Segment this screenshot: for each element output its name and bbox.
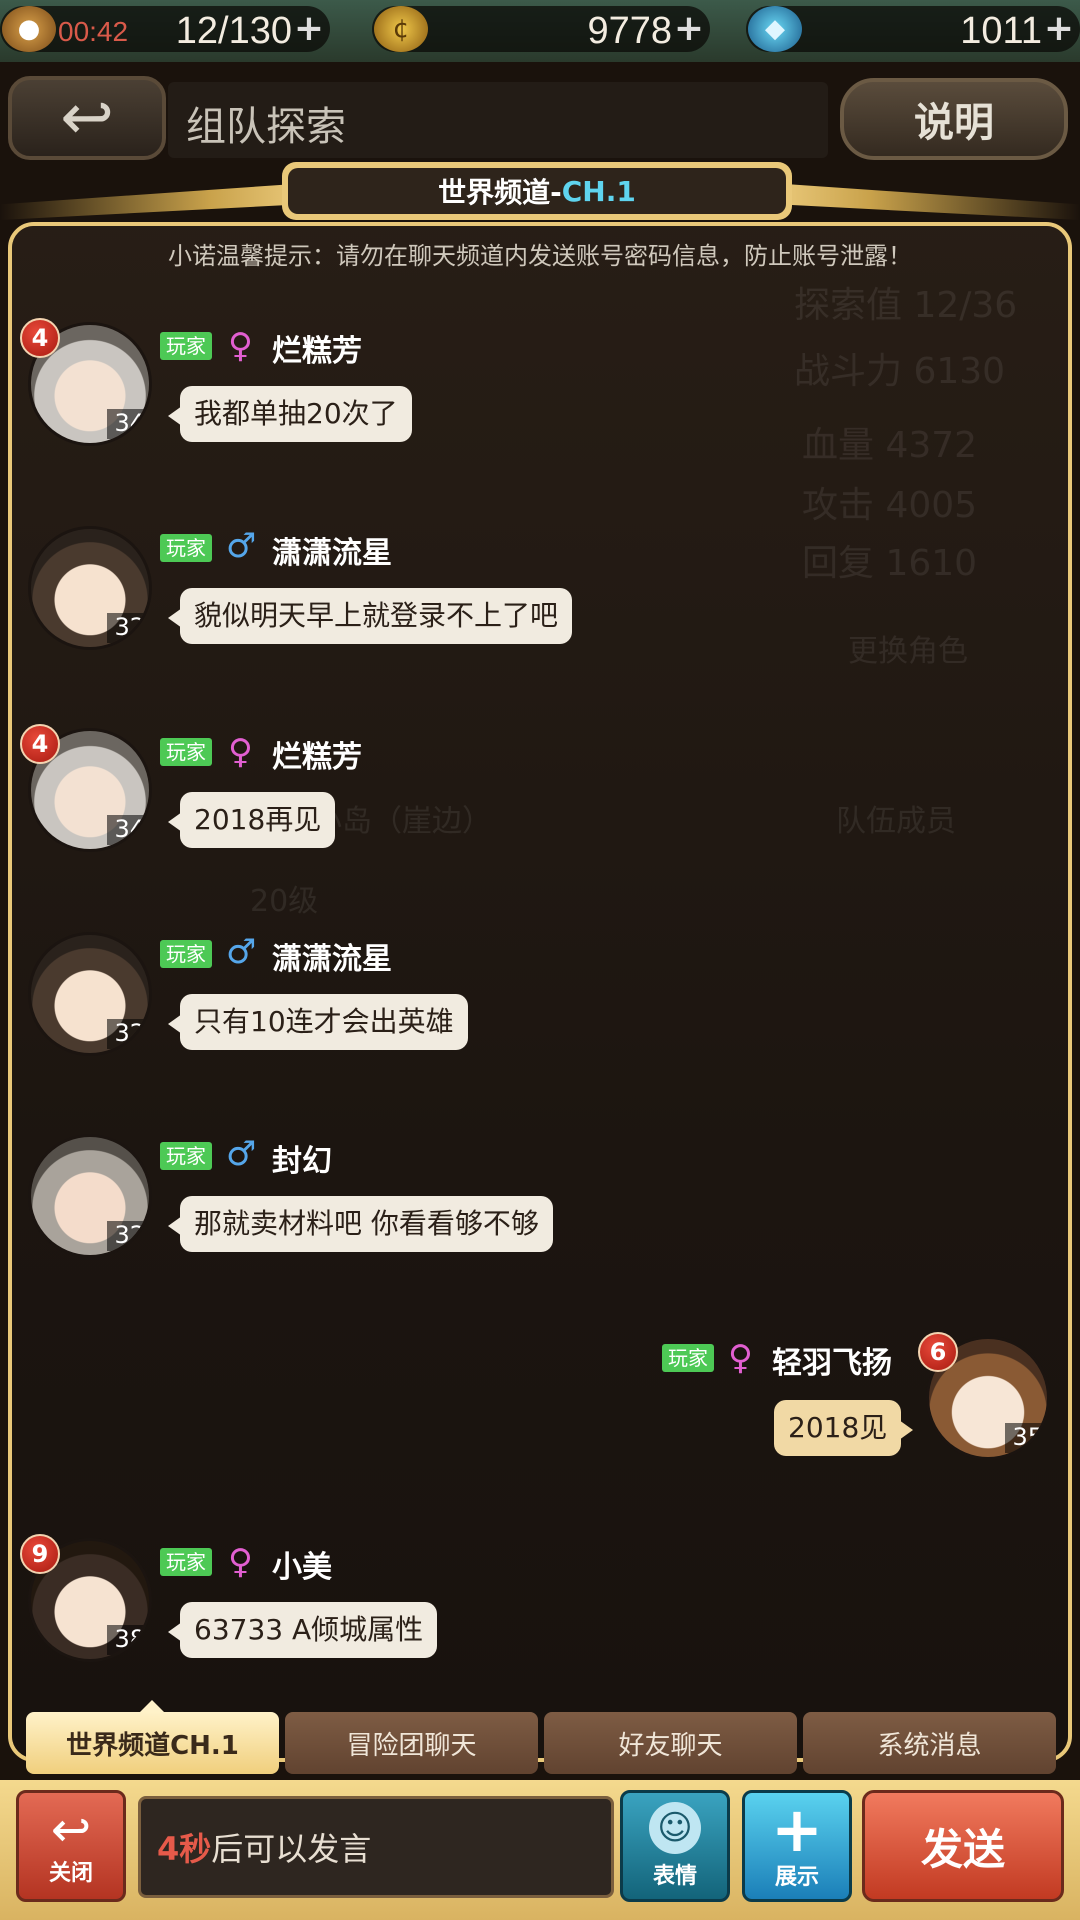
title-bar: 组队探索 xyxy=(168,82,828,158)
message-bubble[interactable]: 我都单抽20次了 xyxy=(168,386,412,442)
chat-message-own: 35 6 玩家 ♀ 轻羽飞扬 2018见 xyxy=(0,1332,1080,1462)
username[interactable]: 潇潇流星 xyxy=(272,528,392,572)
avatar[interactable]: 32 xyxy=(28,1134,152,1258)
player-tag: 玩家 xyxy=(160,1142,212,1170)
gem-counter[interactable]: ◆ 1011 + xyxy=(746,6,1080,52)
send-button[interactable]: 发送 xyxy=(862,1790,1064,1902)
safety-notice: 小诺温馨提示：请勿在聊天频道内发送账号密码信息，防止账号泄露！ xyxy=(168,242,912,270)
chat-message: 32 玩家 ♂ 潇潇流星 貌似明天早上就登录不上了吧 xyxy=(0,520,1080,650)
player-tag: 玩家 xyxy=(160,940,212,968)
diamond-icon: ◆ xyxy=(748,6,802,52)
close-label: 关闭 xyxy=(48,1861,93,1886)
female-icon: ♀ xyxy=(728,1338,753,1378)
page-title: 组队探索 xyxy=(186,104,346,150)
panel-ornament-left xyxy=(0,183,300,220)
player-tag: 玩家 xyxy=(160,738,212,766)
gem-plus-button[interactable]: + xyxy=(1044,8,1074,49)
male-icon: ♂ xyxy=(226,932,257,972)
page-header: ↩ 组队探索 说明 xyxy=(0,70,1080,166)
tab-world-channel[interactable]: 世界频道CH.1 xyxy=(26,1712,279,1774)
channel-name: CH.1 xyxy=(561,174,636,208)
vip-badge: 6 xyxy=(918,1332,958,1372)
tab-system-messages[interactable]: 系统消息 xyxy=(803,1712,1056,1774)
close-button[interactable]: ↩ 关闭 xyxy=(16,1790,126,1902)
username[interactable]: 封幻 xyxy=(272,1136,332,1180)
energy-counter[interactable]: ● 00:42 12/130 + xyxy=(0,6,330,52)
message-bubble[interactable]: 63733 A倾城属性 xyxy=(167,1602,438,1658)
vip-badge: 4 xyxy=(20,318,60,358)
male-icon: ♂ xyxy=(226,526,257,566)
user-level: 32 xyxy=(107,613,149,643)
channel-prefix: 世界频道- xyxy=(438,176,562,209)
tab-friend-chat[interactable]: 好友聊天 xyxy=(544,1712,797,1774)
player-tag: 玩家 xyxy=(160,332,212,360)
player-tag: 玩家 xyxy=(160,534,212,562)
vip-badge: 9 xyxy=(20,1534,60,1574)
back-arrow-icon: ↩ xyxy=(60,81,114,155)
user-level: 34 xyxy=(107,815,149,845)
cooldown-text: 后可以发言 xyxy=(211,1830,372,1868)
female-icon: ♀ xyxy=(228,1542,253,1582)
gem-value: 1011 xyxy=(960,10,1042,52)
emoji-button[interactable]: ☺ 表情 xyxy=(620,1790,730,1902)
help-button[interactable]: 说明 xyxy=(840,78,1068,160)
username[interactable]: 轻羽飞扬 xyxy=(772,1338,892,1382)
message-bubble[interactable]: 貌似明天早上就登录不上了吧 xyxy=(167,588,573,644)
smiley-icon: ☺ xyxy=(649,1802,701,1854)
show-label: 展示 xyxy=(774,1865,819,1890)
cooldown-seconds: 4秒 xyxy=(157,1830,212,1868)
female-icon: ♀ xyxy=(228,326,253,366)
energy-value: 12/130 xyxy=(175,10,292,52)
input-bar: ↩ 关闭 4秒 后可以发言 ☺ 表情 + 展示 发送 xyxy=(0,1780,1080,1920)
female-icon: ♀ xyxy=(228,732,253,772)
show-button[interactable]: + 展示 xyxy=(742,1790,852,1902)
chat-message: 32 玩家 ♂ 潇潇流星 只有10连才会出英雄 xyxy=(0,926,1080,1056)
chat-message: 34 4 玩家 ♀ 烂糕芳 我都单抽20次了 xyxy=(0,318,1080,448)
bread-icon: ● xyxy=(2,6,56,52)
return-arrow-icon: ↩ xyxy=(50,1802,92,1858)
tab-guild-chat[interactable]: 冒险团聊天 xyxy=(285,1712,538,1774)
male-icon: ♂ xyxy=(226,1134,257,1174)
chat-message: 38 9 玩家 ♀ 小美 63733 A倾城属性 xyxy=(0,1534,1080,1664)
chat-message: 32 玩家 ♂ 封幻 那就卖材料吧 你看看够不够 xyxy=(0,1128,1080,1258)
username[interactable]: 小美 xyxy=(272,1542,332,1586)
gold-plus-button[interactable]: + xyxy=(674,8,704,49)
player-tag: 玩家 xyxy=(662,1344,714,1372)
chat-message: 34 4 玩家 ♀ 烂糕芳 2018再见 xyxy=(0,724,1080,854)
vip-badge: 4 xyxy=(20,724,60,764)
plus-icon: + xyxy=(771,1793,823,1866)
back-button[interactable]: ↩ xyxy=(8,76,166,160)
player-tag: 玩家 xyxy=(160,1548,212,1576)
username[interactable]: 潇潇流星 xyxy=(272,934,392,978)
resource-bar: ● 00:42 12/130 + ¢ 9778 + ◆ 1011 + xyxy=(0,0,1080,62)
emoji-label: 表情 xyxy=(652,1864,697,1889)
message-bubble[interactable]: 2018见 xyxy=(774,1400,914,1456)
user-level: 38 xyxy=(107,1625,149,1655)
energy-plus-button[interactable]: + xyxy=(294,8,324,49)
avatar[interactable]: 32 xyxy=(28,526,152,650)
user-level: 32 xyxy=(107,1221,149,1251)
energy-timer: 00:42 xyxy=(58,16,129,47)
coin-icon: ¢ xyxy=(374,6,428,52)
channel-title: 世界频道- CH.1 xyxy=(282,162,792,220)
user-level: 34 xyxy=(107,409,149,439)
user-level: 32 xyxy=(107,1019,149,1049)
chat-tabs: 世界频道CH.1 冒险团聊天 好友聊天 系统消息 xyxy=(26,1712,1056,1774)
gold-counter[interactable]: ¢ 9778 + xyxy=(372,6,710,52)
message-bubble[interactable]: 2018再见 xyxy=(167,792,336,848)
message-input[interactable]: 4秒 后可以发言 xyxy=(138,1796,614,1898)
username[interactable]: 烂糕芳 xyxy=(272,732,362,776)
username[interactable]: 烂糕芳 xyxy=(272,326,362,370)
bg-level: 20级 xyxy=(250,884,319,919)
message-bubble[interactable]: 那就卖材料吧 你看看够不够 xyxy=(168,1196,553,1252)
avatar[interactable]: 32 xyxy=(28,932,152,1056)
panel-ornament-right xyxy=(780,183,1080,220)
user-level: 35 xyxy=(1005,1423,1047,1453)
gold-value: 9778 xyxy=(587,10,672,52)
message-bubble[interactable]: 只有10连才会出英雄 xyxy=(168,994,468,1050)
